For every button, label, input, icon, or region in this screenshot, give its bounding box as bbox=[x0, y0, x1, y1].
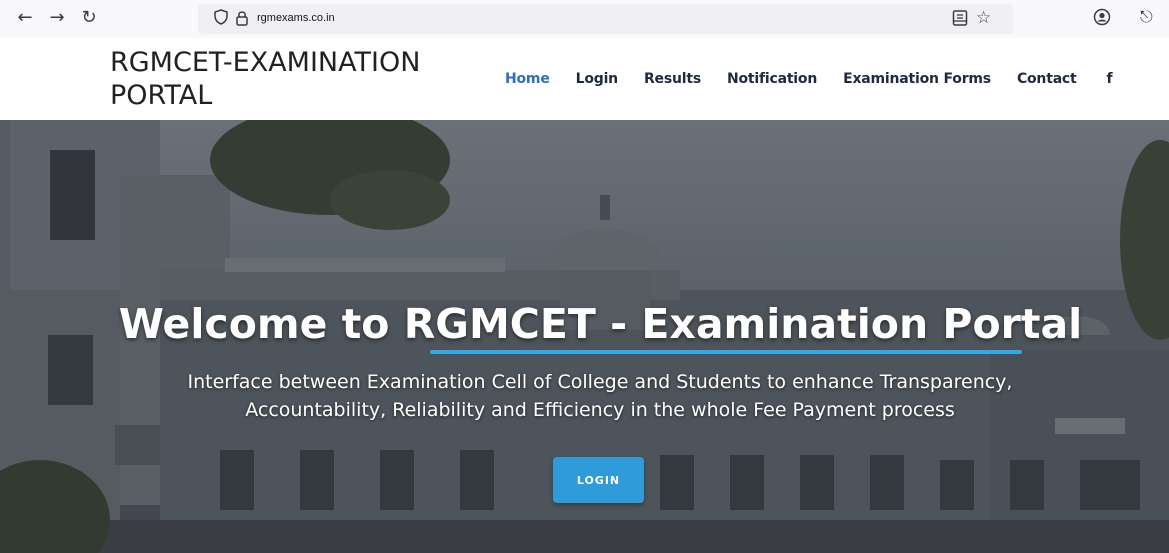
nav-results[interactable]: Results bbox=[644, 71, 701, 87]
site-title[interactable]: RGMCET-EXAMINATION PORTAL bbox=[110, 46, 430, 112]
share-icon[interactable]: ⎋ bbox=[1140, 7, 1153, 27]
reader-view-icon[interactable] bbox=[952, 9, 968, 32]
forward-arrow-icon[interactable]: → bbox=[46, 7, 68, 29]
nav-contact[interactable]: Contact bbox=[1017, 71, 1077, 87]
hero-section: Welcome to RGMCET - Examination Portal I… bbox=[0, 120, 1169, 553]
account-icon[interactable] bbox=[1093, 8, 1111, 31]
nav-login[interactable]: Login bbox=[576, 71, 619, 87]
url-text[interactable]: rgmexams.co.in bbox=[257, 12, 335, 24]
nav-examination-forms[interactable]: Examination Forms bbox=[843, 71, 991, 87]
hero-subtitle-line2: Accountability, Reliability and Efficien… bbox=[245, 399, 955, 421]
hero-title-underline bbox=[430, 350, 1022, 354]
main-nav: Home Login Results Notification Examinat… bbox=[505, 71, 1138, 87]
hero-title: Welcome to RGMCET - Examination Portal bbox=[118, 300, 1083, 348]
reload-icon[interactable]: ↻ bbox=[78, 7, 100, 29]
hero-login-button[interactable]: LOGIN bbox=[553, 457, 644, 503]
hero-subtitle: Interface between Examination Cell of Co… bbox=[170, 368, 1030, 424]
nav-notification[interactable]: Notification bbox=[727, 71, 817, 87]
browser-toolbar: ← → ↻ rgmexams.co.in ☆ ⎋ bbox=[0, 0, 1169, 38]
facebook-icon[interactable]: f bbox=[1107, 71, 1113, 87]
site-header: RGMCET-EXAMINATION PORTAL Home Login Res… bbox=[0, 38, 1169, 120]
address-bar[interactable]: rgmexams.co.in ☆ bbox=[198, 4, 1013, 34]
shield-icon[interactable] bbox=[214, 9, 228, 30]
back-arrow-icon[interactable]: ← bbox=[14, 7, 36, 29]
nav-home[interactable]: Home bbox=[505, 71, 550, 87]
hero-subtitle-line1: Interface between Examination Cell of Co… bbox=[187, 371, 1013, 393]
lock-icon[interactable] bbox=[235, 9, 249, 32]
bookmark-star-icon[interactable]: ☆ bbox=[976, 8, 991, 28]
